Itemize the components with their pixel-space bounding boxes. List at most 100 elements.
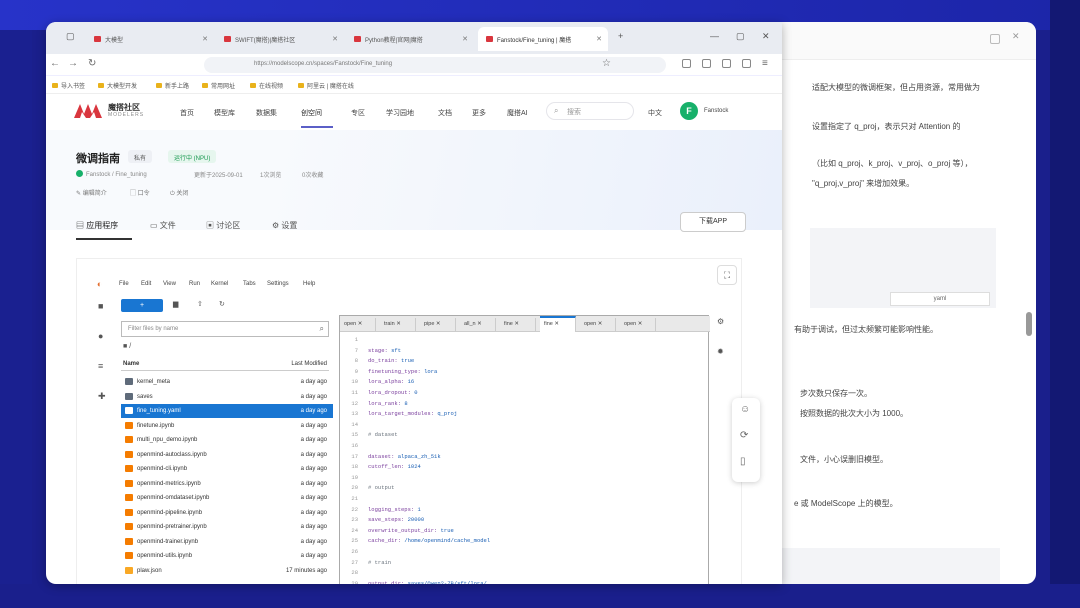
code-line[interactable]: 16 [340,442,710,451]
code-line[interactable]: 20 # output [340,484,710,493]
editor-tab[interactable]: pipe ✕ [420,318,456,331]
bookmark-item[interactable]: 阿里云 | 魔搭在线 [298,81,354,90]
browser-tab-active[interactable]: Fanstock/Fine_tuning | 魔搭 ✕ [478,27,608,51]
fullscreen-icon[interactable]: ⛶ [717,265,737,285]
forward-icon[interactable]: → [68,58,78,69]
code-line[interactable]: 7 stage: sft [340,347,710,356]
nav-ai[interactable]: 魔搭AI [507,108,528,118]
doc-close-icon[interactable]: ✕ [1012,31,1022,41]
code-line[interactable]: 12 lora_rank: 8 [340,400,710,409]
sync-icon[interactable]: ⟳ [740,430,748,441]
tab-settings[interactable]: ⚙ 设置 [272,220,297,231]
tab-app[interactable]: ▤ 应用程序 [76,220,118,231]
user-name[interactable]: Fanstock [704,108,728,114]
screenshot-icon[interactable] [722,59,731,68]
file-row[interactable]: openmind-cli.ipynb a day ago [121,462,333,476]
language-select[interactable]: 中文 [648,108,662,118]
tab-close-icon[interactable]: ✕ [462,35,468,43]
file-row[interactable]: openmind-pipeline.ipynb a day ago [121,506,333,520]
nav-home[interactable]: 首页 [180,108,194,118]
password-button[interactable]: ▢ 口令 [130,188,150,197]
extension-puzzle-icon[interactable]: ✚ [98,391,110,401]
bookmark-star-icon[interactable]: ☆ [602,58,611,69]
code-line[interactable]: 19 [340,474,710,483]
account-icon[interactable] [742,59,751,68]
menu-tabs[interactable]: Tabs [243,281,256,287]
code-line[interactable]: 21 [340,495,710,504]
file-row[interactable]: openmind-trainer.ipynb a day ago [121,535,333,549]
code-line[interactable]: 18 cutoff_len: 1024 [340,463,710,472]
code-line[interactable]: 13 lora_target_modules: q_proj [340,410,710,419]
bookmark-item[interactable]: 新手上路 [156,81,189,90]
new-launcher-button[interactable]: + [121,299,163,312]
menu-view[interactable]: View [163,281,176,287]
code-line[interactable]: 25 cache_dir: /home/openmind/cache_model [340,537,710,546]
code-line[interactable]: 22 logging_steps: 1 [340,506,710,515]
refresh-icon[interactable]: ↻ [219,300,225,308]
smile-feedback-icon[interactable]: ☺ [740,404,750,415]
code-line[interactable]: 29 output_dir: saves/Qwen2-7B/sft/lora/ [340,580,710,584]
property-inspector-icon[interactable]: ⚙ [717,317,724,326]
file-row[interactable]: openmind-utils.ipynb a day ago [121,549,333,563]
upload-icon[interactable]: ⇧ [197,300,203,308]
tab-close-icon[interactable]: ✕ [596,35,602,43]
running-icon[interactable]: ● [98,331,110,341]
file-row[interactable]: saves a day ago [121,390,333,404]
doc-scrollbar[interactable] [1026,312,1032,336]
file-row[interactable]: kernel_meta a day ago [121,375,333,389]
maximize-icon[interactable]: ▢ [736,31,745,42]
code-line[interactable]: 1 [340,336,710,345]
new-folder-icon[interactable]: ▆ [173,300,178,308]
site-search-input[interactable]: ⌕ 搜索 [546,102,634,120]
breadcrumb[interactable]: ■ / [123,343,131,350]
minimize-icon[interactable]: — [710,31,719,41]
phone-icon[interactable]: ▯ [740,456,746,467]
code-line[interactable]: 28 [340,569,710,578]
nav-zones[interactable]: 专区 [351,108,365,118]
menu-run[interactable]: Run [189,281,200,287]
editor-tab[interactable]: open ✕ [340,318,376,331]
editor-tab[interactable]: open ✕ [580,318,616,331]
bookmark-item[interactable]: 在线视频 [250,81,283,90]
code-line[interactable]: 11 lora_dropout: 0 [340,389,710,398]
tab-discussion[interactable]: ▣ 讨论区 [206,220,240,231]
editor-tab[interactable]: open ✕ [620,318,656,331]
close-icon[interactable]: ✕ [395,321,401,327]
code-line[interactable]: 8 do_train: true [340,357,710,366]
editor-tab[interactable]: all_n ✕ [460,318,496,331]
close-button[interactable]: ⏻ 关闭 [170,188,188,198]
close-icon[interactable]: ✕ [434,321,441,327]
download-icon[interactable] [702,59,711,68]
menu-settings[interactable]: Settings [267,281,289,287]
toc-icon[interactable]: ≡ [98,361,110,371]
close-icon[interactable]: ✕ [513,321,519,327]
editor-tab[interactable]: fine ✕ [540,316,576,332]
extension-icon[interactable] [682,59,691,68]
back-icon[interactable]: ← [50,58,60,69]
folder-icon[interactable]: ■ [98,301,110,311]
file-row[interactable]: openmind-metrics.ipynb a day ago [121,477,333,491]
bookmark-item[interactable]: 导入书签 [52,81,85,90]
tab-files[interactable]: ▭ 文件 [150,220,176,231]
debugger-icon[interactable]: ✹ [717,347,724,356]
nav-datasets[interactable]: 数据集 [256,108,277,118]
modelscope-logo-icon[interactable] [74,102,104,120]
nav-models[interactable]: 模型库 [214,108,235,118]
code-line[interactable]: 24 overwrite_output_dir: true [340,527,710,536]
tab-close-icon[interactable]: ✕ [332,35,338,43]
close-window-icon[interactable]: ✕ [762,31,770,42]
doc-restore-icon[interactable] [990,34,1000,44]
file-row[interactable]: multi_npu_demo.ipynb a day ago [121,433,333,447]
file-row[interactable]: fine_tuning.yaml a day ago [121,404,333,418]
close-icon[interactable]: ✕ [636,321,643,327]
menu-kernel[interactable]: Kernel [211,281,228,287]
owner-link[interactable]: Fanstock / Fine_tuning [76,170,147,178]
menu-help[interactable]: Help [303,281,315,287]
code-line[interactable]: 9 finetuning_type: lora [340,368,710,377]
tab-close-icon[interactable]: ✕ [202,35,208,43]
code-line[interactable]: 14 [340,421,710,430]
nav-docs[interactable]: 文档 [438,108,452,118]
file-row[interactable]: openmind-autoclass.ipynb a day ago [121,448,333,462]
menu-icon[interactable]: ≡ [762,58,768,69]
reload-icon[interactable]: ↻ [88,58,96,69]
